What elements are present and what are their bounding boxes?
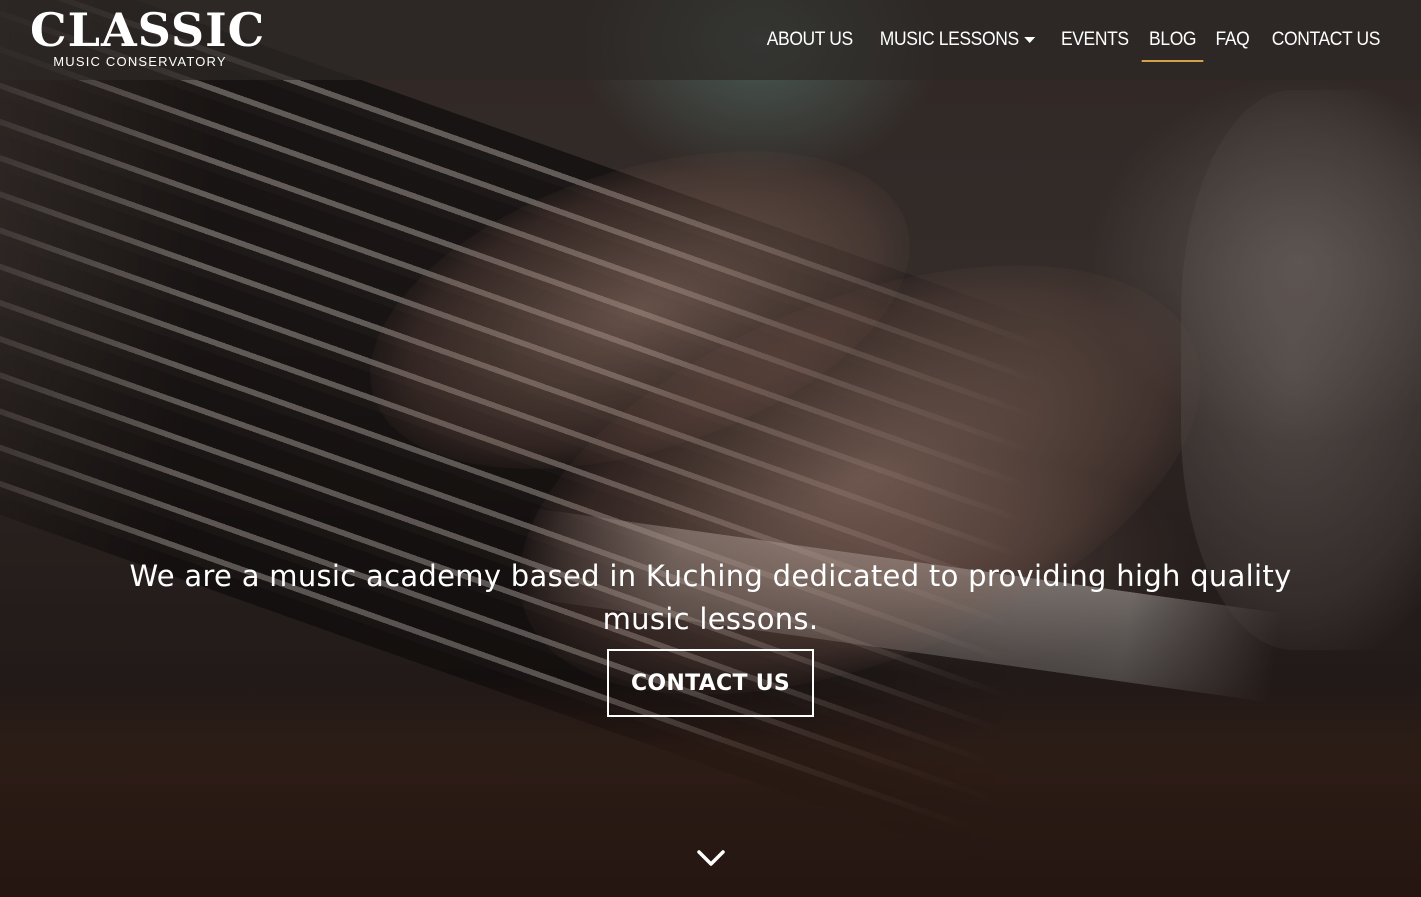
contact-us-button[interactable]: CONTACT US bbox=[607, 649, 814, 717]
nav-item-label: BLOG bbox=[1149, 29, 1197, 50]
caret-down-icon bbox=[1023, 37, 1035, 43]
page: CLASSIC MUSIC CONSERVATORY ABOUT US MUSI… bbox=[0, 0, 1421, 897]
nav-item-label: CONTACT US bbox=[1271, 29, 1381, 50]
hero-background-image bbox=[0, 0, 1421, 897]
nav-item-faq[interactable]: FAQ bbox=[1209, 18, 1258, 62]
nav-item-label: MUSIC LESSONS bbox=[879, 29, 1019, 50]
nav-item-blog[interactable]: BLOG bbox=[1141, 18, 1204, 62]
hero-overlay bbox=[0, 0, 1421, 897]
nav-item-label: ABOUT US bbox=[766, 29, 853, 50]
nav-item-events[interactable]: EVENTS bbox=[1053, 18, 1135, 62]
nav-item-contact-us[interactable]: CONTACT US bbox=[1265, 18, 1388, 62]
nav-item-label: EVENTS bbox=[1060, 29, 1129, 50]
chevron-down-icon[interactable] bbox=[695, 846, 727, 870]
main-navigation: ABOUT US MUSIC LESSONS EVENTS BLOG FAQ C… bbox=[755, 0, 1393, 80]
nav-item-music-lessons[interactable]: MUSIC LESSONS bbox=[872, 18, 1042, 62]
site-header: CLASSIC MUSIC CONSERVATORY ABOUT US MUSI… bbox=[0, 0, 1421, 80]
hero-tagline: We are a music academy based in Kuching … bbox=[129, 559, 1292, 636]
logo-subtitle: MUSIC CONSERVATORY bbox=[53, 54, 227, 69]
nav-item-label: FAQ bbox=[1215, 29, 1250, 50]
logo-name: CLASSIC bbox=[30, 3, 266, 57]
nav-item-about-us[interactable]: ABOUT US bbox=[759, 18, 860, 62]
site-logo[interactable]: CLASSIC MUSIC CONSERVATORY bbox=[30, 3, 266, 69]
